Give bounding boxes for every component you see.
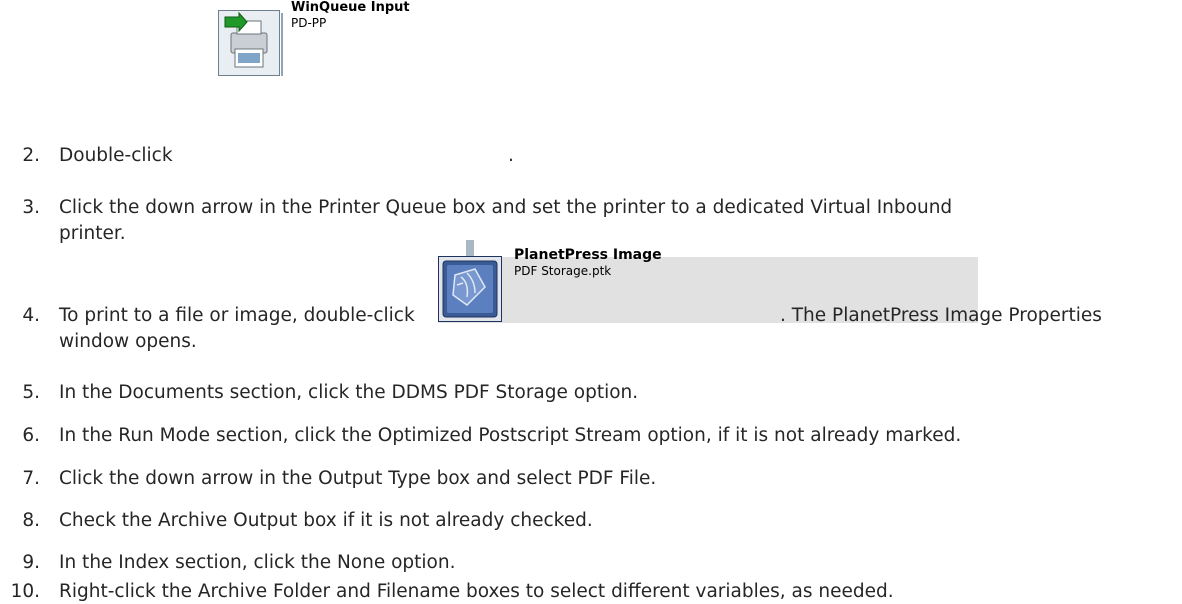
step-text: In the Index section, click the None opt… <box>59 552 456 573</box>
step-text: Double-click <box>59 145 173 166</box>
step-4-after: . The PlanetPress Image Properties <box>780 305 1102 326</box>
step-number: 9. <box>22 552 40 573</box>
step-number: 3. <box>22 197 40 218</box>
step-text: To print to a file or image, double-clic… <box>59 305 415 326</box>
plugin-subtitle: PD-PP <box>291 16 327 30</box>
step-number: 8. <box>22 510 40 531</box>
step-text: In the Documents section, click the DDMS… <box>59 382 639 403</box>
step-2-period: . <box>508 145 514 166</box>
step-4-continuation: window opens. <box>59 331 197 352</box>
step-text: Right-click the Archive Folder and Filen… <box>59 581 894 602</box>
step-number: 10. <box>10 581 40 602</box>
step-number: 7. <box>22 468 40 489</box>
step-number: 4. <box>22 305 40 326</box>
winqueue-input-plugin[interactable]: WinQueue Input PD-PP <box>218 0 558 78</box>
step-3-continuation: printer. <box>59 223 126 244</box>
step-number: 6. <box>22 425 40 446</box>
plugin-subtitle: PDF Storage.ptk <box>514 264 612 278</box>
printer-icon <box>218 10 280 76</box>
step-text: In the Run Mode section, click the Optim… <box>59 425 962 446</box>
step-text: Click the down arrow in the Printer Queu… <box>59 197 953 218</box>
plugin-title: WinQueue Input <box>291 0 410 15</box>
plugin-title: PlanetPress Image <box>514 247 662 263</box>
planetpress-image-icon <box>438 256 502 322</box>
step-number: 5. <box>22 382 40 403</box>
step-number: 2. <box>22 145 40 166</box>
step-text: Check the Archive Output box if it is no… <box>59 510 593 531</box>
step-text: Click the down arrow in the Output Type … <box>59 468 657 489</box>
